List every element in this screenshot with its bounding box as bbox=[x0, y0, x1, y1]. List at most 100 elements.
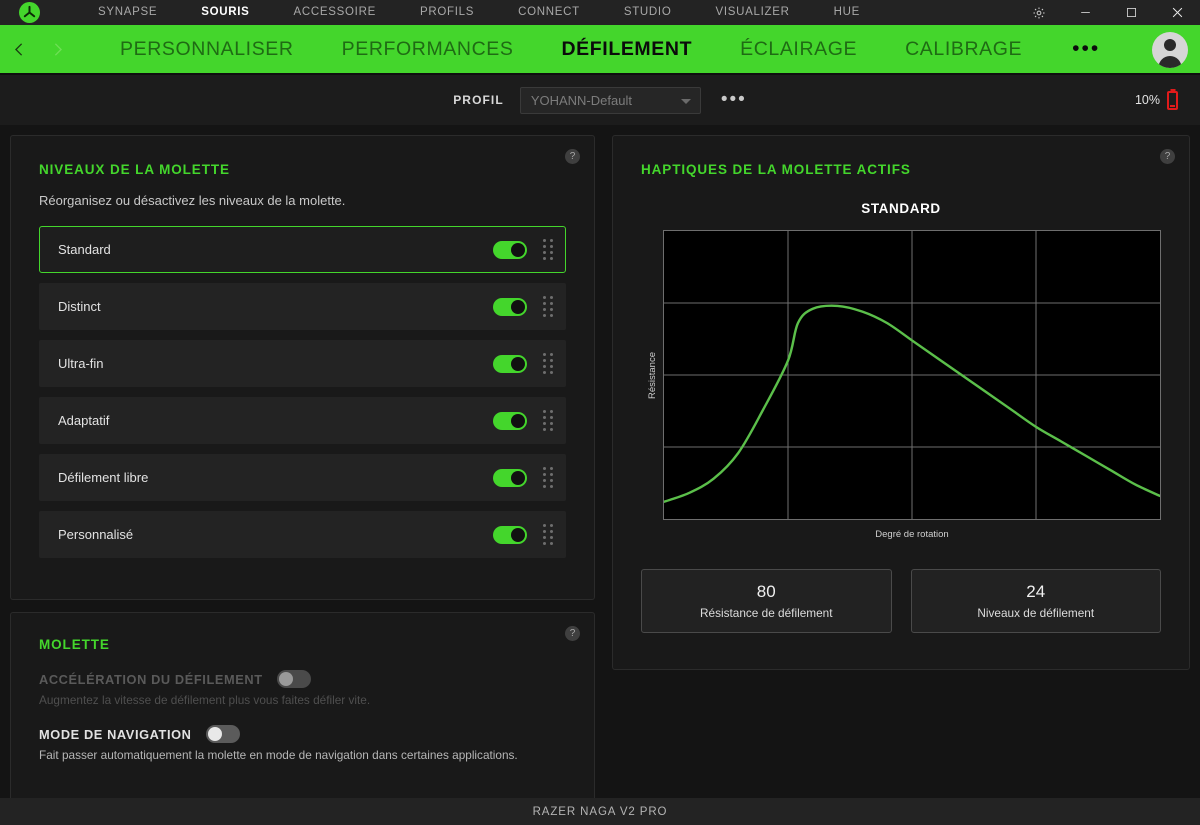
tab-overflow-button[interactable]: ••• bbox=[1054, 38, 1118, 59]
level-label: Distinct bbox=[58, 299, 101, 314]
list-item-standard[interactable]: Standard bbox=[39, 226, 566, 273]
level-label: Adaptatif bbox=[58, 413, 110, 428]
level-label: Ultra-fin bbox=[58, 356, 104, 371]
wheel-levels-list: Standard Distinct Ultra-fin Adaptatif Dé… bbox=[39, 226, 566, 558]
help-icon[interactable]: ? bbox=[565, 149, 580, 164]
wheel-card-title: MOLETTE bbox=[39, 637, 110, 652]
battery-icon bbox=[1167, 90, 1178, 110]
minimize-icon[interactable] bbox=[1062, 0, 1108, 25]
help-icon[interactable]: ? bbox=[1160, 149, 1175, 164]
wheel-levels-title: NIVEAUX DE LA MOLETTE bbox=[39, 162, 230, 177]
profile-bar: PROFIL YOHANN-Default ••• 10% bbox=[0, 75, 1200, 125]
tab-defilement[interactable]: DÉFILEMENT bbox=[538, 38, 717, 61]
drag-handle-icon[interactable] bbox=[543, 524, 553, 545]
scroll-resistance-value: 80 bbox=[756, 582, 776, 601]
footer-bar: RAZER NAGA V2 PRO bbox=[0, 798, 1200, 825]
battery-percent: 10% bbox=[1134, 93, 1160, 107]
chart-title: STANDARD bbox=[861, 201, 941, 216]
chart-y-axis-label: Résistance bbox=[646, 351, 658, 399]
battery-status: 10% bbox=[1135, 75, 1178, 125]
razer-logo-icon[interactable] bbox=[19, 2, 40, 23]
list-item-adaptatif[interactable]: Adaptatif bbox=[39, 397, 566, 444]
scroll-levels-stat[interactable]: 24 Niveaux de défilement bbox=[910, 569, 1161, 633]
scroll-acceleration-toggle[interactable] bbox=[276, 670, 311, 688]
avatar-head bbox=[1164, 39, 1176, 51]
profile-more-button[interactable]: ••• bbox=[721, 90, 747, 109]
app-tab-visualizer[interactable]: VISUALIZER bbox=[693, 0, 811, 25]
section-nav-bar: PERSONNALISER PERFORMANCES DÉFILEMENT ÉC… bbox=[0, 25, 1200, 75]
chart-svg bbox=[664, 231, 1160, 519]
level-toggle[interactable] bbox=[493, 240, 527, 259]
navigation-mode-label: MODE DE NAVIGATION bbox=[39, 726, 192, 742]
main-content: ? NIVEAUX DE LA MOLETTE Réorganisez ou d… bbox=[0, 125, 1200, 815]
profile-label: PROFIL bbox=[453, 93, 504, 107]
chevron-right-icon[interactable] bbox=[38, 24, 76, 74]
app-tab-profils[interactable]: PROFILS bbox=[398, 0, 496, 25]
list-item-defilement-libre[interactable]: Défilement libre bbox=[39, 454, 566, 501]
app-tab-studio[interactable]: STUDIO bbox=[602, 0, 694, 25]
drag-handle-icon[interactable] bbox=[543, 353, 553, 374]
profile-selected-value: YOHANN-Default bbox=[530, 92, 632, 108]
wheel-levels-subtitle: Réorganisez ou désactivez les niveaux de… bbox=[39, 193, 346, 208]
scroll-acceleration-description: Augmentez la vitesse de défilement plus … bbox=[39, 693, 371, 707]
close-icon[interactable] bbox=[1154, 0, 1200, 25]
left-column: ? NIVEAUX DE LA MOLETTE Réorganisez ou d… bbox=[10, 135, 595, 815]
drag-handle-icon[interactable] bbox=[543, 296, 553, 317]
level-toggle[interactable] bbox=[493, 468, 527, 487]
chart-gridlines bbox=[664, 231, 1160, 519]
tab-calibrage[interactable]: CALIBRAGE bbox=[881, 38, 1046, 61]
wheel-levels-card: ? NIVEAUX DE LA MOLETTE Réorganisez ou d… bbox=[10, 135, 595, 600]
maximize-icon[interactable] bbox=[1108, 0, 1154, 25]
scroll-resistance-stat[interactable]: 80 Résistance de défilement bbox=[641, 569, 892, 633]
level-toggle[interactable] bbox=[493, 354, 527, 373]
drag-handle-icon[interactable] bbox=[543, 410, 553, 431]
app-tab-accessoire[interactable]: ACCESSOIRE bbox=[272, 0, 398, 25]
list-item-ultra-fin[interactable]: Ultra-fin bbox=[39, 340, 566, 387]
scroll-levels-label: Niveaux de défilement bbox=[977, 606, 1095, 620]
level-label: Défilement libre bbox=[58, 470, 149, 485]
navigation-mode-toggle[interactable] bbox=[205, 725, 240, 743]
navigation-mode-description: Fait passer automatiquement la molette e… bbox=[39, 748, 518, 762]
help-icon[interactable]: ? bbox=[565, 626, 580, 641]
chart-container: Résistance bbox=[641, 230, 1161, 520]
level-toggle[interactable] bbox=[493, 297, 527, 316]
scroll-acceleration-label: ACCÉLÉRATION DU DÉFILEMENT bbox=[39, 671, 263, 687]
app-tab-hue[interactable]: HUE bbox=[812, 0, 882, 25]
chevron-down-icon bbox=[680, 98, 691, 104]
drag-handle-icon[interactable] bbox=[543, 239, 553, 260]
scroll-resistance-label: Résistance de défilement bbox=[700, 606, 833, 620]
app-tab-synapse[interactable]: SYNAPSE bbox=[76, 0, 179, 25]
level-label: Personnalisé bbox=[58, 527, 134, 542]
chevron-left-icon[interactable] bbox=[0, 24, 38, 74]
level-toggle[interactable] bbox=[493, 525, 527, 544]
app-tab-connect[interactable]: CONNECT bbox=[496, 0, 602, 25]
chart-x-axis-label: Degré de rotation bbox=[875, 529, 949, 540]
haptics-card-title: HAPTIQUES DE LA MOLETTE ACTIFS bbox=[641, 162, 911, 177]
list-item-distinct[interactable]: Distinct bbox=[39, 283, 566, 330]
chart-plot-area bbox=[663, 230, 1161, 520]
right-column: ? HAPTIQUES DE LA MOLETTE ACTIFS STANDAR… bbox=[612, 135, 1190, 815]
profile-select[interactable]: YOHANN-Default bbox=[519, 86, 701, 114]
drag-handle-icon[interactable] bbox=[543, 467, 553, 488]
level-toggle[interactable] bbox=[493, 411, 527, 430]
title-bar: SYNAPSE SOURIS ACCESSOIRE PROFILS CONNEC… bbox=[0, 0, 1200, 25]
avatar-body bbox=[1158, 56, 1182, 68]
gear-icon[interactable] bbox=[1016, 0, 1062, 25]
haptics-stats: 80 Résistance de défilement 24 Niveaux d… bbox=[641, 569, 1161, 633]
device-name: RAZER NAGA V2 PRO bbox=[532, 805, 668, 818]
wheel-card: ? MOLETTE ACCÉLÉRATION DU DÉFILEMENT Aug… bbox=[10, 612, 595, 815]
active-wheel-haptics-card: ? HAPTIQUES DE LA MOLETTE ACTIFS STANDAR… bbox=[612, 135, 1190, 670]
tab-performances[interactable]: PERFORMANCES bbox=[318, 38, 538, 61]
app-tab-list: SYNAPSE SOURIS ACCESSOIRE PROFILS CONNEC… bbox=[76, 0, 882, 25]
scroll-levels-value: 24 bbox=[1026, 582, 1046, 601]
window-controls bbox=[1016, 0, 1200, 25]
navigation-mode-row: MODE DE NAVIGATION bbox=[39, 725, 566, 743]
tab-eclairage[interactable]: ÉCLAIRAGE bbox=[716, 38, 881, 61]
list-item-personnalise[interactable]: Personnalisé bbox=[39, 511, 566, 558]
app-tab-souris[interactable]: SOURIS bbox=[179, 0, 271, 25]
tab-personnaliser[interactable]: PERSONNALISER bbox=[96, 38, 318, 61]
user-avatar-icon[interactable] bbox=[1152, 32, 1188, 68]
level-label: Standard bbox=[58, 242, 111, 257]
section-tab-list: PERSONNALISER PERFORMANCES DÉFILEMENT ÉC… bbox=[96, 38, 1118, 61]
scroll-acceleration-row: ACCÉLÉRATION DU DÉFILEMENT bbox=[39, 670, 566, 688]
